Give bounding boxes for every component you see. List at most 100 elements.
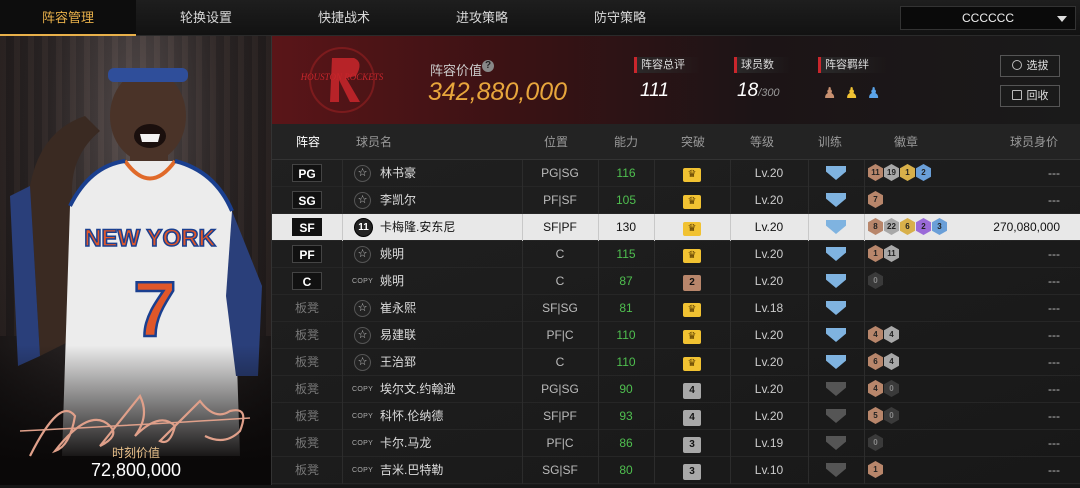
table-row[interactable]: 板凳 ☆ 易建联 PF|C 110 ♛ Lv.20 4 4 --- (272, 322, 1080, 349)
table-row[interactable]: 板凳 ☆ 崔永熙 SF|SG 81 ♛ Lv.18 --- (272, 295, 1080, 322)
badge-group[interactable]: 7 (868, 191, 884, 211)
table-row[interactable]: PF ☆ 姚明 C 115 ♛ Lv.20 1 11 --- (272, 241, 1080, 268)
player-name[interactable]: 卡梅隆.安东尼 (380, 214, 455, 241)
training-cell[interactable] (808, 241, 864, 268)
table-row[interactable]: 板凳 COPY 卡尔.马龙 PF|C 86 3 Lv.19 0 --- (272, 430, 1080, 457)
badge-group[interactable]: 40 (868, 380, 900, 400)
player-count-label: 球员数 (734, 57, 790, 73)
player-name[interactable]: 崔永熙 (380, 295, 416, 322)
bench-label[interactable]: 板凳 (292, 295, 322, 322)
training-cell[interactable] (808, 160, 864, 187)
player-name[interactable]: 吉米.巴特勒 (380, 457, 443, 484)
breakthrough-cell[interactable]: 2 (654, 268, 730, 295)
table-row[interactable]: 板凳 ☆ 王治郅 C 110 ♛ Lv.20 6 4 --- (272, 349, 1080, 376)
training-cell[interactable] (808, 403, 864, 430)
player-name[interactable]: 易建联 (380, 322, 416, 349)
training-cell[interactable] (808, 376, 864, 403)
col-training[interactable]: 训练 (818, 124, 842, 160)
breakthrough-cell[interactable]: ♛ (654, 214, 730, 241)
player-name[interactable]: 卡尔.马龙 (380, 430, 431, 457)
table-row[interactable]: 板凳 COPY 吉米.巴特勒 SG|SF 80 3 Lv.10 1 --- (272, 457, 1080, 484)
bench-label[interactable]: 板凳 (292, 322, 322, 349)
lineup-slot-badge[interactable]: PG (292, 164, 322, 182)
col-player-name[interactable]: 球员名 (356, 124, 392, 160)
breakthrough-cell[interactable]: 3 (654, 457, 730, 484)
bench-label[interactable]: 板凳 (292, 457, 322, 484)
training-cell[interactable] (808, 295, 864, 322)
tab-defense-strategy[interactable]: 防守策略 (552, 0, 688, 36)
col-lineup[interactable]: 阵容 (296, 124, 320, 160)
bond-gold-icon[interactable]: ♟ (845, 84, 858, 102)
player-name[interactable]: 姚明 (380, 241, 404, 268)
tab-rotation-settings[interactable]: 轮换设置 (136, 0, 276, 36)
lineup-slot-badge[interactable]: SF (292, 218, 322, 236)
col-player-worth[interactable]: 球员身价 (1010, 124, 1058, 160)
breakthrough-cell[interactable]: ♛ (654, 241, 730, 268)
player-worth: --- (1048, 436, 1060, 450)
col-level[interactable]: 等级 (750, 124, 774, 160)
help-icon[interactable]: ? (482, 60, 494, 72)
table-row[interactable]: C COPY 姚明 C 87 2 Lv.20 0 --- (272, 268, 1080, 295)
badge-hex-icon: 1 (868, 245, 883, 262)
badge-group[interactable]: 0 (868, 272, 884, 292)
training-cell[interactable] (808, 430, 864, 457)
training-cell[interactable] (808, 268, 864, 295)
lineup-slot-badge[interactable]: SG (292, 191, 322, 209)
breakthrough-cell[interactable]: 4 (654, 376, 730, 403)
lineup-slot-badge[interactable]: PF (292, 245, 322, 263)
table-row[interactable]: SF 11 卡梅隆.安东尼 SF|PF 130 ♛ Lv.20 8 22 6 2 3 270,080,0… (272, 214, 1080, 241)
player-card[interactable]: NEW YORK 7 时刻价值 72,800,000 (0, 36, 272, 485)
col-position[interactable]: 位置 (544, 124, 568, 160)
bench-label[interactable]: 板凳 (292, 430, 322, 457)
pick-button[interactable]: 选拔 (1000, 55, 1060, 77)
badge-group[interactable]: 0 (868, 434, 884, 454)
training-cell[interactable] (808, 457, 864, 484)
breakthrough-cell[interactable]: 4 (654, 403, 730, 430)
badge-group[interactable]: 8 22 6 2 3 (868, 218, 948, 238)
player-name[interactable]: 埃尔文.约翰逊 (380, 376, 455, 403)
bond-bronze-icon[interactable]: ♟ (823, 84, 836, 102)
badge-group[interactable]: 44 (868, 326, 900, 346)
training-cell[interactable] (808, 349, 864, 376)
player-name[interactable]: 王治郅 (380, 349, 416, 376)
col-breakthrough[interactable]: 突破 (681, 124, 705, 160)
bench-label[interactable]: 板凳 (292, 403, 322, 430)
recycle-button[interactable]: 回收 (1000, 85, 1060, 107)
badge-group[interactable]: 1 11 (868, 245, 900, 265)
badge-group[interactable]: 11 19 1 2 (868, 164, 932, 184)
player-name[interactable]: 姚明 (380, 268, 404, 295)
table-row[interactable]: 板凳 COPY 科怀.伦纳德 SF|PF 93 4 Lv.20 5 0 --- (272, 403, 1080, 430)
jersey-team-text: NEW YORK (84, 225, 216, 252)
copy-icon: COPY (352, 467, 374, 474)
bench-label[interactable]: 板凳 (292, 349, 322, 376)
tab-lineup-management[interactable]: 阵容管理 (0, 0, 136, 36)
breakthrough-cell[interactable]: ♛ (654, 187, 730, 214)
breakthrough-cell[interactable]: 3 (654, 430, 730, 457)
tab-quick-tactics[interactable]: 快捷战术 (276, 0, 412, 36)
col-ability[interactable]: 能力 (614, 124, 638, 160)
player-level: Lv.20 (754, 328, 784, 342)
table-row[interactable]: PG ☆ 林书豪 PG|SG 116 ♛ Lv.20 11 19 1 2 --- (272, 160, 1080, 187)
bench-label[interactable]: 板凳 (292, 376, 322, 403)
player-name[interactable]: 林书豪 (380, 160, 416, 187)
column-divider (864, 322, 865, 349)
tab-offense-strategy[interactable]: 进攻策略 (412, 0, 552, 36)
badge-group[interactable]: 50 (868, 407, 900, 427)
breakthrough-cell[interactable]: ♛ (654, 160, 730, 187)
training-cell[interactable] (808, 187, 864, 214)
breakthrough-cell[interactable]: ♛ (654, 295, 730, 322)
bond-blue-icon[interactable]: ♟ (867, 84, 880, 102)
table-row[interactable]: 板凳 COPY 埃尔文.约翰逊 PG|SG 90 4 Lv.20 4 0 --- (272, 376, 1080, 403)
col-badges[interactable]: 徽章 (894, 124, 918, 160)
training-cell[interactable] (808, 214, 864, 241)
badge-group[interactable]: 1 (868, 461, 884, 481)
lineup-slot-badge[interactable]: C (292, 272, 322, 290)
breakthrough-cell[interactable]: ♛ (654, 349, 730, 376)
breakthrough-cell[interactable]: ♛ (654, 322, 730, 349)
player-name[interactable]: 李凯尔 (380, 187, 416, 214)
training-cell[interactable] (808, 322, 864, 349)
table-row[interactable]: SG ☆ 李凯尔 PF|SF 105 ♛ Lv.20 7 --- (272, 187, 1080, 214)
badge-group[interactable]: 64 (868, 353, 900, 373)
team-dropdown[interactable]: CCCCCC (900, 6, 1076, 30)
player-name[interactable]: 科怀.伦纳德 (380, 403, 443, 430)
